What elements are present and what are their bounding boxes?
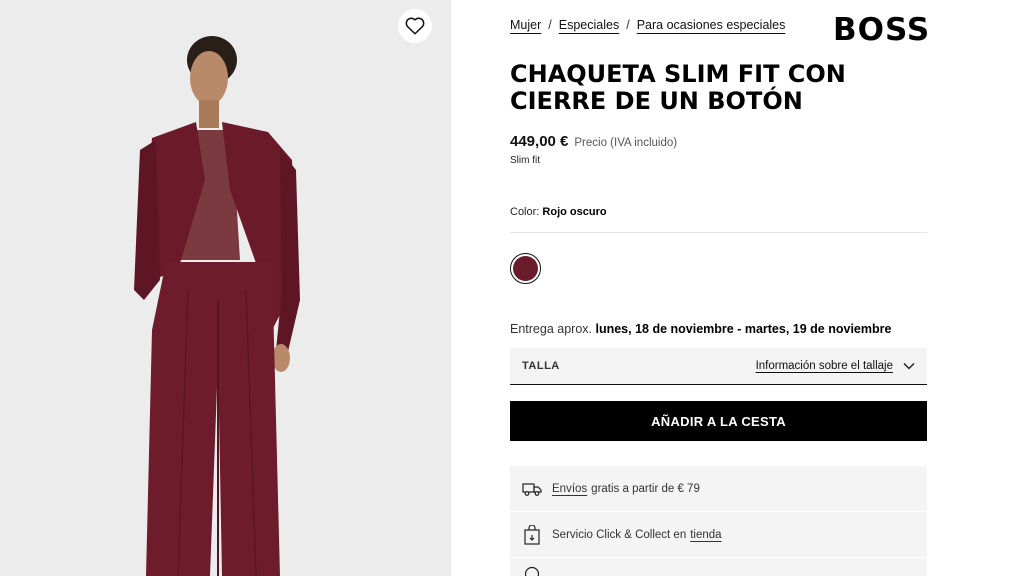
store-bag-icon [522, 524, 542, 545]
shipping-info-row: Envíos gratis a partir de € 79 [510, 466, 927, 511]
add-to-cart-button[interactable]: AÑADIR A LA CESTA [510, 401, 927, 441]
shipping-link[interactable]: Envíos [552, 483, 587, 495]
size-selector[interactable]: TALLA Información sobre el tallaje [510, 348, 927, 385]
click-collect-text: Servicio Click & Collect en [552, 528, 687, 541]
breadcrumb-separator: / [626, 18, 630, 32]
product-price: 449,00 € [510, 133, 569, 150]
color-swatch-rojo-oscuro[interactable] [510, 253, 541, 284]
click-collect-info-row: Servicio Click & Collect en tienda [510, 512, 927, 557]
delivery-label: Entrega aprox. [510, 322, 592, 336]
breadcrumb-item-especiales[interactable]: Especiales [559, 18, 619, 32]
swatch-fill [513, 256, 538, 281]
truck-icon [522, 479, 542, 499]
more-info-row [510, 558, 927, 576]
color-value: Rojo oscuro [542, 206, 607, 218]
delivery-estimate: Entrega aprox. lunes, 18 de noviembre - … [510, 322, 891, 336]
product-image [0, 0, 451, 576]
breadcrumb-item-ocasiones-especiales[interactable]: Para ocasiones especiales [637, 18, 786, 32]
breadcrumb-separator: / [548, 18, 552, 32]
divider [510, 232, 927, 233]
size-label: TALLA [522, 360, 560, 372]
breadcrumb: Mujer / Especiales / Para ocasiones espe… [510, 18, 785, 32]
product-image-panel [0, 0, 451, 576]
chevron-down-icon [903, 363, 915, 370]
size-guide-link[interactable]: Información sobre el tallaje [756, 360, 893, 372]
delivery-dates: lunes, 18 de noviembre - martes, 19 de n… [595, 322, 892, 336]
product-fit: Slim fit [510, 155, 540, 166]
brand-logo[interactable]: BOSS [833, 12, 930, 48]
color-selection-label: Color: Rojo oscuro [510, 206, 607, 218]
product-title: CHAQUETA SLIM FIT CON CIERRE DE UN BOTÓN [510, 60, 846, 115]
breadcrumb-item-mujer[interactable]: Mujer [510, 18, 541, 32]
price-row: 449,00 € Precio (IVA incluido) [510, 133, 677, 150]
store-link[interactable]: tienda [690, 529, 721, 541]
price-note: Precio (IVA incluido) [574, 137, 678, 149]
size-guide[interactable]: Información sobre el tallaje [756, 360, 915, 372]
info-icon [522, 564, 542, 576]
shipping-text: gratis a partir de € 79 [591, 482, 700, 495]
services-box: Envíos gratis a partir de € 79 Servicio … [510, 466, 927, 576]
favorite-button[interactable] [398, 9, 432, 43]
heart-icon [405, 17, 425, 35]
color-label: Color: [510, 206, 540, 218]
